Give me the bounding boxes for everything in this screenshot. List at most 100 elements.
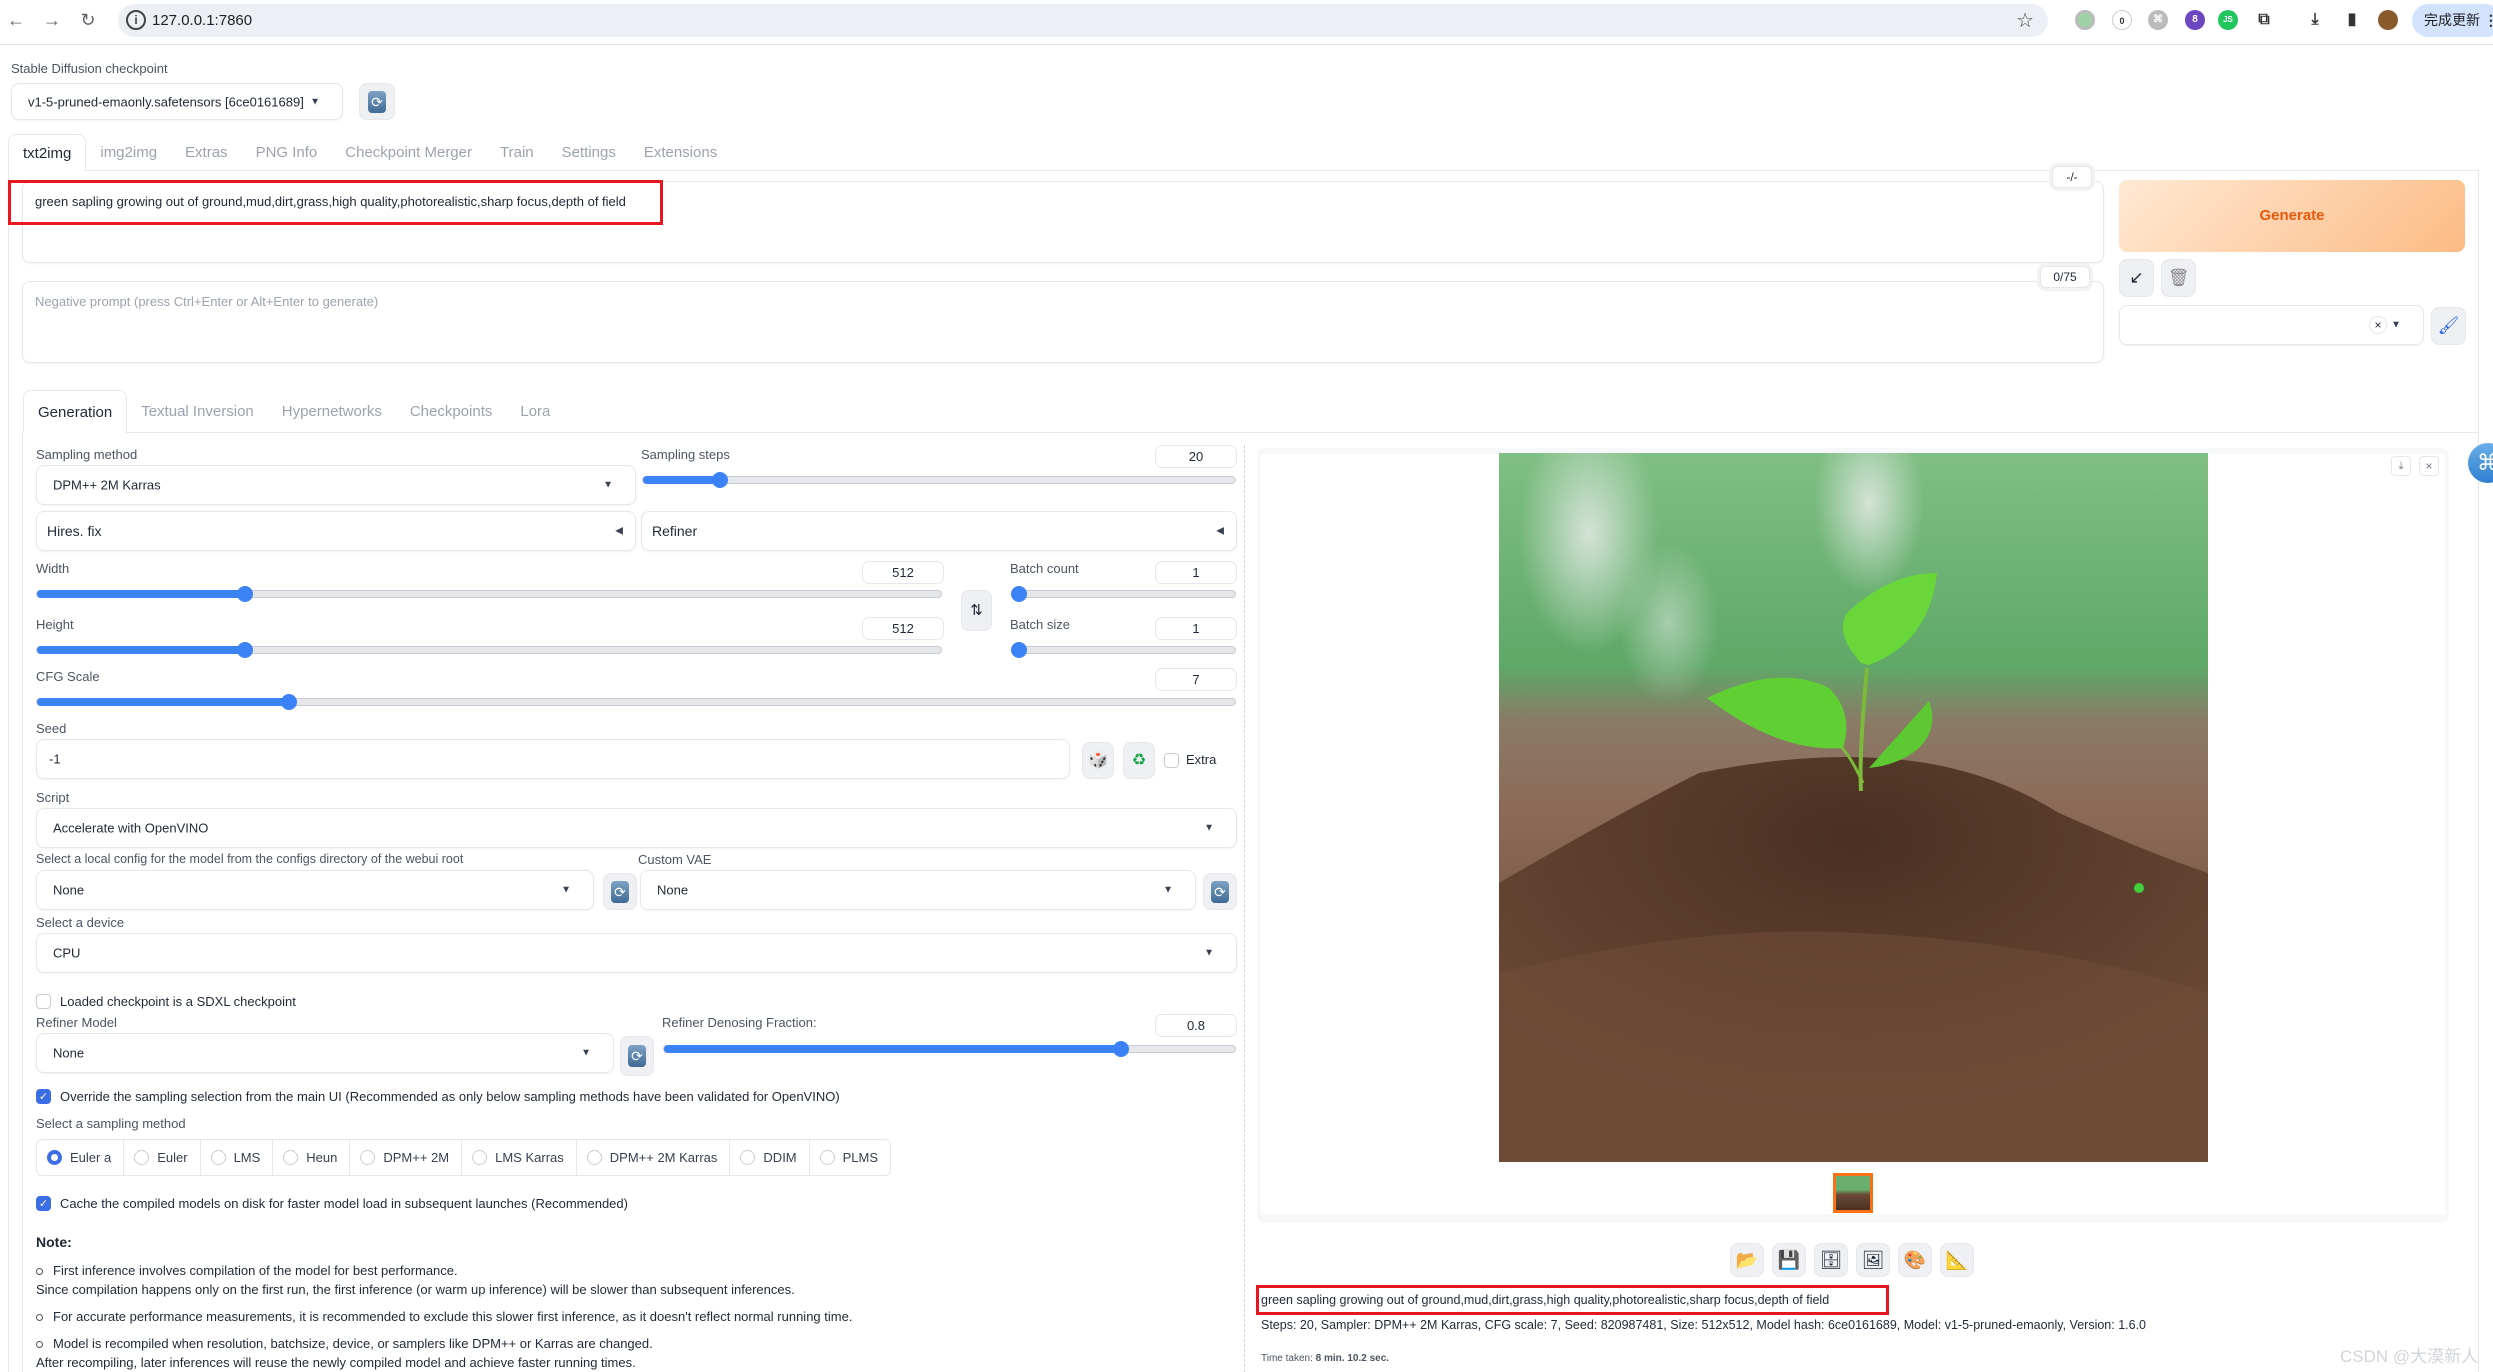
url-text[interactable]: 127.0.0.1:7860 (152, 12, 252, 29)
edit-styles-button[interactable]: 🖌 (2431, 307, 2466, 345)
send-to-inpaint-button[interactable]: 🎨 (1898, 1243, 1932, 1277)
styles-dropdown[interactable]: × ▼ (2119, 305, 2424, 345)
custom-vae-dropdown[interactable]: None ▼ (640, 870, 1196, 910)
clear-styles-icon[interactable]: × (2369, 316, 2387, 334)
cfg-scale-slider[interactable] (36, 694, 1236, 710)
profile-avatar[interactable] (2378, 10, 2398, 30)
slider-thumb[interactable] (236, 642, 253, 658)
tab-checkpoint-merger[interactable]: Checkpoint Merger (331, 134, 486, 171)
site-info-icon[interactable]: i (126, 10, 146, 30)
device-dropdown[interactable]: CPU ▼ (36, 933, 1237, 973)
tab-img2img[interactable]: img2img (86, 134, 171, 171)
tab-settings[interactable]: Settings (548, 134, 630, 171)
swap-dimensions-button[interactable]: ⇅ (961, 590, 992, 631)
slider-thumb[interactable] (1011, 642, 1027, 658)
extension-purple-icon[interactable]: 8 (2185, 10, 2205, 30)
bookmark-star-icon[interactable]: ☆ (2016, 8, 2034, 33)
refiner-model-dropdown[interactable]: None ▼ (36, 1033, 614, 1073)
tab-extras[interactable]: Extras (171, 134, 242, 171)
command-float-icon[interactable]: ⌘ (2468, 443, 2493, 483)
radio-button[interactable] (360, 1150, 376, 1165)
cfg-scale-input[interactable]: 7 (1155, 668, 1237, 691)
sampler-option[interactable]: DPM++ 2M Karras (577, 1140, 731, 1175)
sampler-option[interactable]: DPM++ 2M (350, 1140, 463, 1175)
override-sampler-checkbox[interactable]: ✓ (36, 1089, 51, 1104)
radio-button[interactable] (47, 1150, 62, 1165)
tab-textual-inversion[interactable]: Textual Inversion (127, 390, 268, 433)
downloads-icon[interactable]: ⤓ (2305, 10, 2325, 30)
radio-button[interactable] (586, 1150, 602, 1165)
refresh-refiner-button[interactable]: ⟳ (620, 1036, 654, 1076)
tab-train[interactable]: Train (486, 134, 548, 171)
refresh-config-button[interactable]: ⟳ (603, 873, 637, 910)
sampler-option[interactable]: Euler a (37, 1140, 125, 1175)
tab-txt2img[interactable]: txt2img (8, 134, 87, 171)
refiner-denoise-slider[interactable] (663, 1041, 1236, 1057)
extension-js-icon[interactable]: JS (2218, 10, 2238, 30)
gallery-thumbnail[interactable] (1833, 1173, 1873, 1213)
close-image-icon[interactable]: × (2419, 456, 2439, 476)
reuse-seed-button[interactable]: ♻ (1123, 742, 1155, 779)
back-icon[interactable]: ← (4, 8, 28, 32)
radio-button[interactable] (740, 1150, 756, 1165)
update-button[interactable]: 完成更新 ⋮ (2412, 4, 2493, 37)
tab-checkpoints[interactable]: Checkpoints (396, 390, 507, 433)
tab-extensions[interactable]: Extensions (630, 134, 731, 171)
slider-thumb[interactable] (1112, 1041, 1129, 1057)
generated-image[interactable] (1499, 453, 2208, 1162)
hires-fix-accordion[interactable]: Hires. fix ◀ (36, 511, 636, 551)
width-slider[interactable] (36, 586, 942, 602)
read-params-button[interactable]: ↙ (2119, 259, 2154, 297)
seed-input[interactable]: -1 (36, 739, 1070, 779)
sampler-option[interactable]: PLMS (810, 1140, 890, 1175)
radio-button[interactable] (819, 1150, 835, 1165)
refiner-accordion[interactable]: Refiner ◀ (641, 511, 1237, 551)
extension-green-dot-icon[interactable] (2075, 10, 2095, 30)
config-dropdown[interactable]: None ▼ (36, 870, 594, 910)
side-panel-icon[interactable]: ▮ (2342, 10, 2362, 30)
slider-thumb[interactable] (236, 586, 253, 602)
negative-prompt-textarea[interactable]: Negative prompt (press Ctrl+Enter or Alt… (22, 281, 2104, 363)
refiner-denoise-input[interactable]: 0.8 (1155, 1014, 1237, 1037)
slider-thumb[interactable] (280, 694, 297, 710)
radio-button[interactable] (283, 1150, 299, 1165)
slider-thumb[interactable] (711, 472, 728, 488)
send-to-img2img-button[interactable]: 🖼 (1856, 1243, 1890, 1277)
extra-seed-checkbox[interactable] (1164, 753, 1179, 768)
tab-hypernetworks[interactable]: Hypernetworks (268, 390, 396, 433)
height-slider[interactable] (36, 642, 942, 658)
sampler-option[interactable]: Euler (124, 1140, 201, 1175)
tab-png-info[interactable]: PNG Info (242, 134, 332, 171)
sampling-steps-input[interactable]: 20 (1155, 445, 1237, 468)
reload-icon[interactable]: ↻ (76, 8, 100, 32)
clear-prompt-button[interactable]: 🗑 (2161, 259, 2196, 297)
sampling-steps-slider[interactable] (642, 472, 1236, 488)
sampler-option[interactable]: LMS (201, 1140, 274, 1175)
random-seed-button[interactable]: 🎲 (1082, 742, 1114, 779)
extensions-puzzle-icon[interactable]: ⧉ (2254, 10, 2274, 30)
slider-thumb[interactable] (1011, 586, 1027, 602)
send-to-extras-button[interactable]: 📐 (1940, 1243, 1974, 1277)
batch-count-input[interactable]: 1 (1155, 561, 1237, 584)
checkpoint-dropdown[interactable]: v1-5-pruned-emaonly.safetensors [6ce0161… (11, 83, 343, 120)
zip-button[interactable]: 🗄 (1814, 1243, 1848, 1277)
extension-command-icon[interactable]: ⌘ (2148, 10, 2168, 30)
generate-button[interactable]: Generate (2119, 180, 2465, 252)
sampler-option[interactable]: Heun (273, 1140, 351, 1175)
refresh-checkpoint-button[interactable]: ⟳ (359, 83, 395, 120)
batch-size-slider[interactable] (1011, 642, 1236, 658)
sampling-method-dropdown[interactable]: DPM++ 2M Karras ▼ (36, 465, 636, 505)
radio-button[interactable] (210, 1150, 226, 1165)
script-dropdown[interactable]: Accelerate with OpenVINO ▼ (36, 808, 1237, 848)
radio-button[interactable] (134, 1150, 150, 1165)
sampler-option[interactable]: LMS Karras (462, 1140, 577, 1175)
sdxl-checkbox[interactable] (36, 994, 51, 1009)
tab-lora[interactable]: Lora (506, 390, 564, 433)
width-input[interactable]: 512 (862, 561, 944, 584)
refresh-vae-button[interactable]: ⟳ (1203, 873, 1237, 910)
forward-icon[interactable]: → (40, 8, 64, 32)
batch-size-input[interactable]: 1 (1155, 617, 1237, 640)
batch-count-slider[interactable] (1011, 586, 1236, 602)
open-folder-button[interactable]: 📂 (1730, 1243, 1764, 1277)
address-bar[interactable]: i 127.0.0.1:7860 ☆ (118, 4, 2048, 37)
